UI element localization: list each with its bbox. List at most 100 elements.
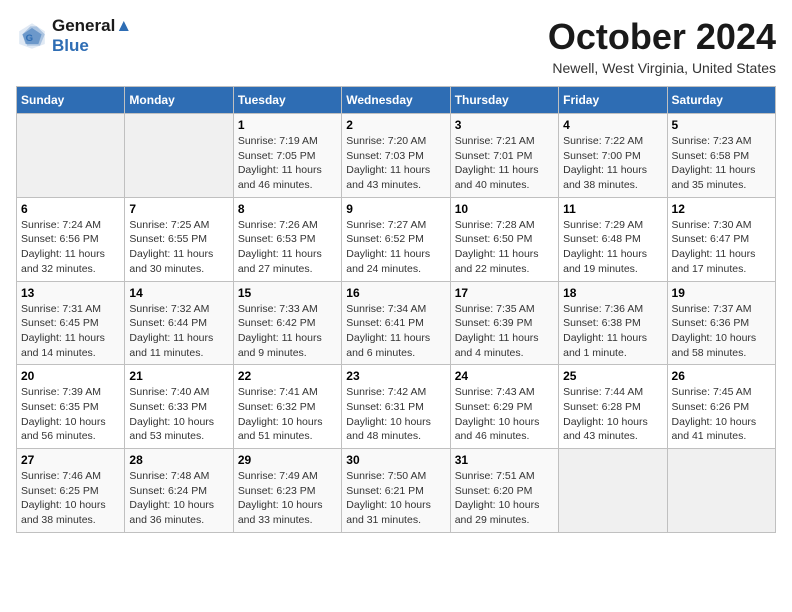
calendar-cell: 7 Sunrise: 7:25 AM Sunset: 6:55 PM Daylig… bbox=[125, 197, 233, 281]
day-info: Sunrise: 7:49 AM Sunset: 6:23 PM Dayligh… bbox=[238, 469, 337, 528]
day-info: Sunrise: 7:51 AM Sunset: 6:20 PM Dayligh… bbox=[455, 469, 554, 528]
day-number: 1 bbox=[238, 118, 337, 132]
calendar-cell: 9 Sunrise: 7:27 AM Sunset: 6:52 PM Daylig… bbox=[342, 197, 450, 281]
day-info: Sunrise: 7:29 AM Sunset: 6:48 PM Dayligh… bbox=[563, 218, 662, 277]
calendar-cell: 8 Sunrise: 7:26 AM Sunset: 6:53 PM Daylig… bbox=[233, 197, 341, 281]
day-info: Sunrise: 7:39 AM Sunset: 6:35 PM Dayligh… bbox=[21, 385, 120, 444]
calendar-cell: 23Sunrise: 7:42 AM Sunset: 6:31 PM Dayli… bbox=[342, 365, 450, 449]
day-number: 21 bbox=[129, 369, 228, 383]
day-info: Sunrise: 7:28 AM Sunset: 6:50 PM Dayligh… bbox=[455, 218, 554, 277]
day-number: 13 bbox=[21, 286, 120, 300]
day-number: 18 bbox=[563, 286, 662, 300]
calendar-cell: 27 Sunrise: 7:46 AM Sunset: 6:25 PM Dayli… bbox=[17, 449, 125, 533]
calendar-cell: 2 Sunrise: 7:20 AM Sunset: 7:03 PM Daylig… bbox=[342, 114, 450, 198]
header-friday: Friday bbox=[559, 87, 667, 114]
day-number: 11 bbox=[563, 202, 662, 216]
day-info: Sunrise: 7:48 AM Sunset: 6:24 PM Dayligh… bbox=[129, 469, 228, 528]
calendar-cell: 29 Sunrise: 7:49 AM Sunset: 6:23 PM Dayli… bbox=[233, 449, 341, 533]
day-number: 5 bbox=[672, 118, 771, 132]
day-number: 4 bbox=[563, 118, 662, 132]
day-number: 9 bbox=[346, 202, 445, 216]
day-number: 22 bbox=[238, 369, 337, 383]
day-number: 15 bbox=[238, 286, 337, 300]
day-number: 26 bbox=[672, 369, 771, 383]
days-header-row: SundayMondayTuesdayWednesdayThursdayFrid… bbox=[17, 87, 776, 114]
day-info: Sunrise: 7:43 AM Sunset: 6:29 PM Dayligh… bbox=[455, 385, 554, 444]
week-row-2: 6 Sunrise: 7:24 AM Sunset: 6:56 PM Daylig… bbox=[17, 197, 776, 281]
calendar-cell: 26Sunrise: 7:45 AM Sunset: 6:26 PM Dayli… bbox=[667, 365, 775, 449]
calendar-cell: 14 Sunrise: 7:32 AM Sunset: 6:44 PM Dayli… bbox=[125, 281, 233, 365]
calendar-cell: 22 Sunrise: 7:41 AM Sunset: 6:32 PM Dayli… bbox=[233, 365, 341, 449]
calendar-cell: 25Sunrise: 7:44 AM Sunset: 6:28 PM Dayli… bbox=[559, 365, 667, 449]
calendar-cell: 4Sunrise: 7:22 AM Sunset: 7:00 PM Daylig… bbox=[559, 114, 667, 198]
calendar-cell: 19Sunrise: 7:37 AM Sunset: 6:36 PM Dayli… bbox=[667, 281, 775, 365]
day-number: 19 bbox=[672, 286, 771, 300]
day-number: 24 bbox=[455, 369, 554, 383]
day-info: Sunrise: 7:30 AM Sunset: 6:47 PM Dayligh… bbox=[672, 218, 771, 277]
logo-icon: G bbox=[16, 20, 48, 52]
day-info: Sunrise: 7:41 AM Sunset: 6:32 PM Dayligh… bbox=[238, 385, 337, 444]
title-section: October 2024 Newell, West Virginia, Unit… bbox=[548, 16, 776, 76]
week-row-3: 13 Sunrise: 7:31 AM Sunset: 6:45 PM Dayli… bbox=[17, 281, 776, 365]
day-info: Sunrise: 7:27 AM Sunset: 6:52 PM Dayligh… bbox=[346, 218, 445, 277]
day-number: 8 bbox=[238, 202, 337, 216]
calendar-cell bbox=[667, 449, 775, 533]
calendar-cell bbox=[17, 114, 125, 198]
day-number: 7 bbox=[129, 202, 228, 216]
day-info: Sunrise: 7:31 AM Sunset: 6:45 PM Dayligh… bbox=[21, 302, 120, 361]
calendar-cell: 30Sunrise: 7:50 AM Sunset: 6:21 PM Dayli… bbox=[342, 449, 450, 533]
day-info: Sunrise: 7:26 AM Sunset: 6:53 PM Dayligh… bbox=[238, 218, 337, 277]
day-info: Sunrise: 7:32 AM Sunset: 6:44 PM Dayligh… bbox=[129, 302, 228, 361]
calendar-cell: 1 Sunrise: 7:19 AM Sunset: 7:05 PM Daylig… bbox=[233, 114, 341, 198]
week-row-5: 27 Sunrise: 7:46 AM Sunset: 6:25 PM Dayli… bbox=[17, 449, 776, 533]
day-number: 10 bbox=[455, 202, 554, 216]
calendar-cell: 24 Sunrise: 7:43 AM Sunset: 6:29 PM Dayli… bbox=[450, 365, 558, 449]
calendar-cell bbox=[559, 449, 667, 533]
calendar-cell: 18 Sunrise: 7:36 AM Sunset: 6:38 PM Dayli… bbox=[559, 281, 667, 365]
week-row-4: 20 Sunrise: 7:39 AM Sunset: 6:35 PM Dayli… bbox=[17, 365, 776, 449]
day-number: 12 bbox=[672, 202, 771, 216]
day-number: 20 bbox=[21, 369, 120, 383]
day-info: Sunrise: 7:35 AM Sunset: 6:39 PM Dayligh… bbox=[455, 302, 554, 361]
day-number: 27 bbox=[21, 453, 120, 467]
month-title: October 2024 bbox=[548, 16, 776, 58]
day-number: 29 bbox=[238, 453, 337, 467]
calendar-cell: 12 Sunrise: 7:30 AM Sunset: 6:47 PM Dayli… bbox=[667, 197, 775, 281]
day-number: 16 bbox=[346, 286, 445, 300]
day-info: Sunrise: 7:19 AM Sunset: 7:05 PM Dayligh… bbox=[238, 134, 337, 193]
day-info: Sunrise: 7:34 AM Sunset: 6:41 PM Dayligh… bbox=[346, 302, 445, 361]
header-saturday: Saturday bbox=[667, 87, 775, 114]
calendar-cell: 16 Sunrise: 7:34 AM Sunset: 6:41 PM Dayli… bbox=[342, 281, 450, 365]
calendar-cell: 13 Sunrise: 7:31 AM Sunset: 6:45 PM Dayli… bbox=[17, 281, 125, 365]
header-tuesday: Tuesday bbox=[233, 87, 341, 114]
header-thursday: Thursday bbox=[450, 87, 558, 114]
logo: G General▲ Blue bbox=[16, 16, 132, 56]
day-number: 17 bbox=[455, 286, 554, 300]
day-info: Sunrise: 7:25 AM Sunset: 6:55 PM Dayligh… bbox=[129, 218, 228, 277]
calendar-cell: 15 Sunrise: 7:33 AM Sunset: 6:42 PM Dayli… bbox=[233, 281, 341, 365]
day-number: 2 bbox=[346, 118, 445, 132]
calendar-table: SundayMondayTuesdayWednesdayThursdayFrid… bbox=[16, 86, 776, 533]
logo-text: General▲ Blue bbox=[52, 16, 132, 56]
day-number: 30 bbox=[346, 453, 445, 467]
day-number: 28 bbox=[129, 453, 228, 467]
day-info: Sunrise: 7:21 AM Sunset: 7:01 PM Dayligh… bbox=[455, 134, 554, 193]
day-number: 25 bbox=[563, 369, 662, 383]
header-sunday: Sunday bbox=[17, 87, 125, 114]
day-info: Sunrise: 7:20 AM Sunset: 7:03 PM Dayligh… bbox=[346, 134, 445, 193]
day-number: 6 bbox=[21, 202, 120, 216]
calendar-cell: 6 Sunrise: 7:24 AM Sunset: 6:56 PM Daylig… bbox=[17, 197, 125, 281]
day-number: 14 bbox=[129, 286, 228, 300]
day-info: Sunrise: 7:23 AM Sunset: 6:58 PM Dayligh… bbox=[672, 134, 771, 193]
day-info: Sunrise: 7:36 AM Sunset: 6:38 PM Dayligh… bbox=[563, 302, 662, 361]
calendar-cell: 28 Sunrise: 7:48 AM Sunset: 6:24 PM Dayli… bbox=[125, 449, 233, 533]
calendar-cell: 10 Sunrise: 7:28 AM Sunset: 6:50 PM Dayli… bbox=[450, 197, 558, 281]
day-info: Sunrise: 7:33 AM Sunset: 6:42 PM Dayligh… bbox=[238, 302, 337, 361]
day-number: 31 bbox=[455, 453, 554, 467]
day-info: Sunrise: 7:46 AM Sunset: 6:25 PM Dayligh… bbox=[21, 469, 120, 528]
day-info: Sunrise: 7:42 AM Sunset: 6:31 PM Dayligh… bbox=[346, 385, 445, 444]
calendar-cell: 17 Sunrise: 7:35 AM Sunset: 6:39 PM Dayli… bbox=[450, 281, 558, 365]
calendar-cell: 21Sunrise: 7:40 AM Sunset: 6:33 PM Dayli… bbox=[125, 365, 233, 449]
calendar-cell: 11 Sunrise: 7:29 AM Sunset: 6:48 PM Dayli… bbox=[559, 197, 667, 281]
day-info: Sunrise: 7:24 AM Sunset: 6:56 PM Dayligh… bbox=[21, 218, 120, 277]
